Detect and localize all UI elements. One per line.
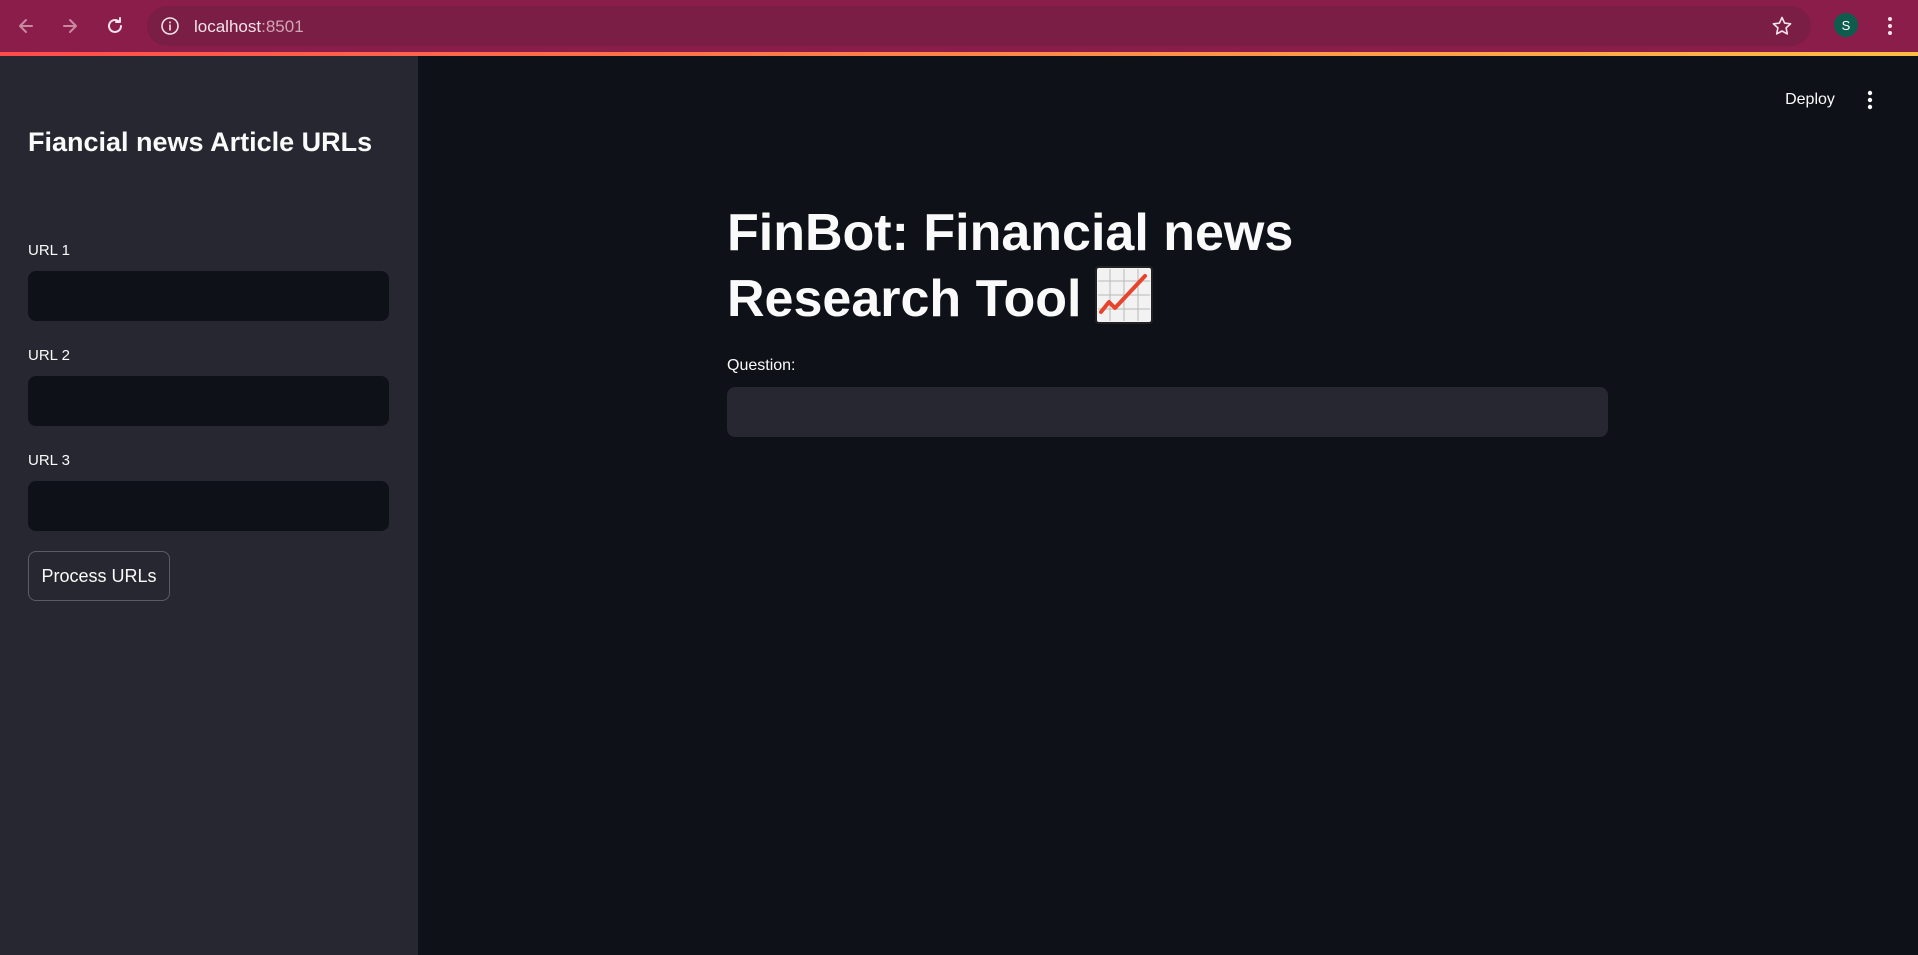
- url-port: :8501: [261, 17, 304, 36]
- url-host: localhost: [194, 17, 262, 36]
- address-url: localhost:8501: [194, 17, 304, 37]
- sidebar-title: Fiancial news Article URLs: [28, 127, 373, 157]
- deploy-button[interactable]: Deploy: [1772, 87, 1848, 113]
- url-3-label: URL 3: [28, 452, 70, 469]
- url-2-input[interactable]: [28, 376, 389, 426]
- browser-toolbar: localhost:8501 S: [0, 0, 1918, 52]
- process-urls-button[interactable]: Process URLs: [28, 551, 170, 601]
- site-info-icon[interactable]: [160, 16, 180, 36]
- reload-icon[interactable]: [101, 12, 129, 40]
- page-title-text: FinBot: Financial news Research Tool: [727, 204, 1294, 328]
- address-bar[interactable]: localhost:8501: [147, 6, 1811, 46]
- back-arrow-icon[interactable]: [12, 12, 40, 40]
- url-3-input[interactable]: [28, 481, 389, 531]
- url-1-label: URL 1: [28, 242, 70, 259]
- kebab-menu-icon[interactable]: [1860, 86, 1880, 114]
- chart-increasing-icon: [1095, 266, 1154, 324]
- profile-avatar[interactable]: S: [1834, 13, 1858, 37]
- browser-menu-icon[interactable]: [1878, 12, 1902, 40]
- url-2-label: URL 2: [28, 347, 70, 364]
- page-title: FinBot: Financial news Research Tool: [727, 200, 1527, 332]
- forward-arrow-icon[interactable]: [56, 12, 84, 40]
- question-input[interactable]: [727, 387, 1608, 437]
- bookmark-star-icon[interactable]: [1771, 15, 1793, 37]
- url-1-input[interactable]: [28, 271, 389, 321]
- question-label: Question:: [727, 357, 796, 374]
